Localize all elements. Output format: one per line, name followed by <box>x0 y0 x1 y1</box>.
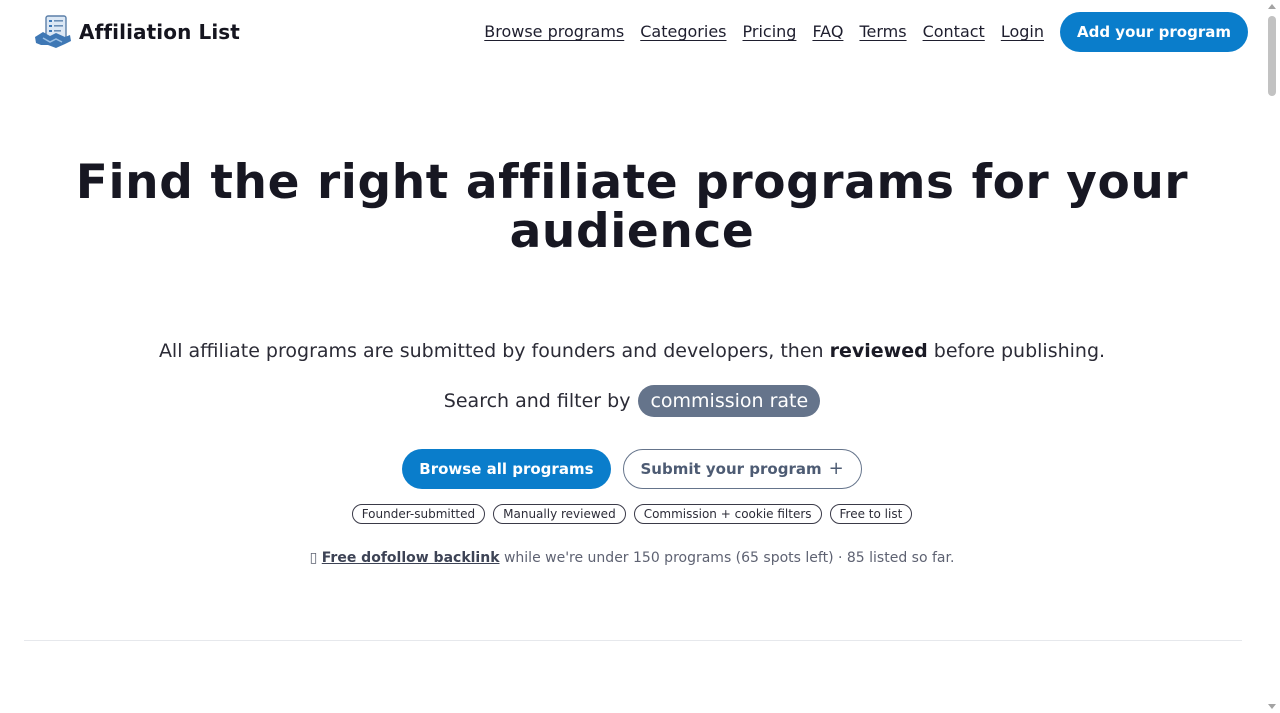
scroll-thumb[interactable] <box>1268 16 1276 96</box>
site-header: Affiliation List Browse programs Categor… <box>0 0 1264 64</box>
search-prefix: Search and filter by <box>443 390 631 412</box>
subtitle-post: before publishing. <box>933 340 1106 362</box>
hero-title: Find the right affiliate programs for yo… <box>75 155 1189 259</box>
tag-manually-reviewed: Manually reviewed <box>493 504 626 524</box>
add-your-program-button[interactable]: Add your program <box>1059 12 1248 52</box>
nav-terms[interactable]: Terms <box>859 12 906 52</box>
subtitle-bold: reviewed <box>829 340 928 362</box>
page-scrollbar[interactable] <box>1264 0 1280 713</box>
section-divider <box>24 640 1242 641</box>
nav-pricing[interactable]: Pricing <box>743 12 797 52</box>
plus-icon: + <box>828 458 844 479</box>
submit-label: Submit your program <box>640 460 822 478</box>
missing-glyph-icon: ▯ <box>309 550 318 566</box>
rotating-filter-pill: commission rate <box>638 385 821 417</box>
scroll-up-icon[interactable] <box>1268 4 1276 9</box>
main-nav: Browse programs Categories Pricing FAQ T… <box>484 12 1248 52</box>
nav-browse-programs[interactable]: Browse programs <box>484 12 624 52</box>
nav-faq[interactable]: FAQ <box>812 12 843 52</box>
scroll-down-icon[interactable] <box>1268 704 1276 709</box>
hero-actions: Browse all programs Submit your program … <box>0 449 1264 489</box>
nav-categories[interactable]: Categories <box>640 12 726 52</box>
hero-subtitle: All affiliate programs are submitted by … <box>0 340 1264 362</box>
subtitle-pre: All affiliate programs are submitted by … <box>158 340 824 362</box>
tag-commission-cookie-filters: Commission + cookie filters <box>633 504 822 524</box>
backlink-notice: ▯ Free dofollow backlink while we're und… <box>0 550 1264 566</box>
tag-founder-submitted: Founder-submitted <box>351 504 486 524</box>
nav-login[interactable]: Login <box>1001 12 1044 52</box>
handshake-checklist-icon <box>35 15 71 48</box>
free-dofollow-backlink-link[interactable]: Free dofollow backlink <box>322 550 500 566</box>
brand-home-link[interactable]: Affiliation List <box>34 15 240 49</box>
nav-contact[interactable]: Contact <box>923 12 985 52</box>
backlink-text: while we're under 150 programs (65 spots… <box>503 550 955 566</box>
submit-your-program-button[interactable]: Submit your program + <box>622 449 862 489</box>
brand-name: Affiliation List <box>79 20 240 44</box>
search-filter-line: Search and filter by commission rate <box>0 385 1264 417</box>
browse-all-programs-button[interactable]: Browse all programs <box>402 449 611 489</box>
feature-tags: Founder-submitted Manually reviewed Comm… <box>0 504 1264 524</box>
tag-free-to-list: Free to list <box>829 504 913 524</box>
